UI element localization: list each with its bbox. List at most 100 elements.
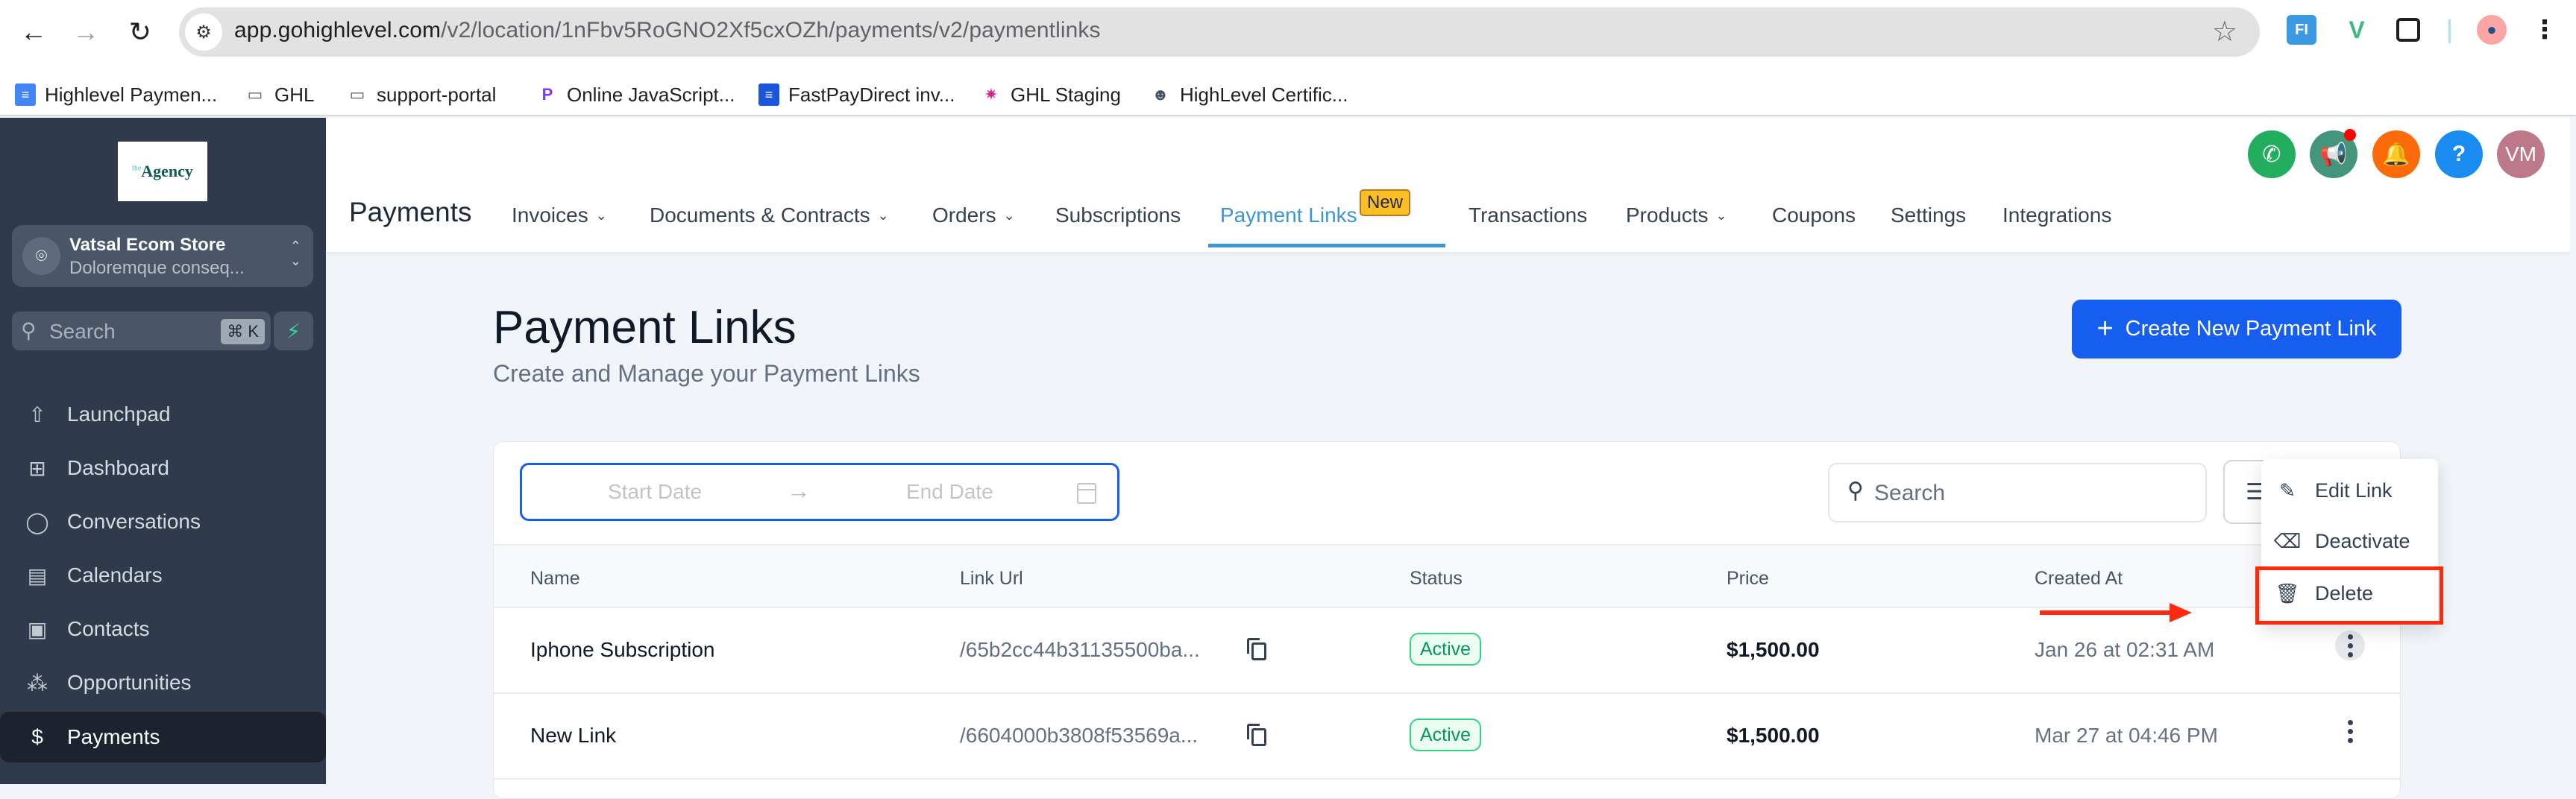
menu-item-edit-link[interactable]: ✎ Edit Link bbox=[2261, 465, 2438, 516]
bookmark-item[interactable]: ≡ Highlevel Paymen... bbox=[15, 82, 217, 107]
phone-icon[interactable]: ✆ bbox=[2248, 130, 2296, 178]
browser-menu-icon[interactable]: ⋮ bbox=[2530, 15, 2560, 45]
tab-transactions[interactable]: Transactions bbox=[1468, 203, 1587, 227]
bookmark-item[interactable]: P Online JavaScript... bbox=[537, 82, 735, 107]
doc-icon: ≡ bbox=[758, 83, 779, 106]
megaphone-icon[interactable]: 📢 bbox=[2310, 129, 2357, 178]
quick-actions-bolt-icon[interactable]: ⚡ bbox=[274, 312, 313, 350]
sidebar-item-dashboard[interactable]: ⊞ Dashboard bbox=[0, 443, 326, 493]
sidebar-search[interactable]: ⚲ Search ⌘ K bbox=[12, 312, 271, 350]
url-host: app.gohighlevel.com bbox=[234, 18, 442, 42]
notification-dot bbox=[2344, 129, 2356, 141]
profile-avatar-icon[interactable]: ● bbox=[2477, 15, 2507, 45]
logo-text: Agency bbox=[141, 162, 193, 180]
help-icon[interactable]: ? bbox=[2435, 130, 2483, 178]
tab-subscriptions[interactable]: Subscriptions bbox=[1055, 203, 1181, 227]
table-row[interactable]: New Link /6604000b3808f53569a... Active … bbox=[494, 694, 2400, 780]
chevron-down-icon: ⌄ bbox=[1003, 208, 1015, 223]
p-icon: P bbox=[541, 85, 553, 104]
bookmarks-bar: ≡ Highlevel Paymen... ▭ GHL ▭ support-porta… bbox=[0, 73, 2576, 116]
menu-item-deactivate[interactable]: ⌫ Deactivate bbox=[2261, 516, 2438, 566]
bookmark-item[interactable]: ▭ GHL bbox=[245, 82, 315, 107]
extension-vue-icon[interactable]: V bbox=[2342, 15, 2372, 45]
table-header: Name Link Url Status Price Created At bbox=[494, 544, 2400, 608]
link-url[interactable]: /65b2cc44b31135500ba... bbox=[960, 638, 1200, 662]
url-path: /v2/location/1nFbv5RoGNO2Xf5cxOZh/paymen… bbox=[441, 18, 1101, 42]
sidebar-item-launchpad[interactable]: ⇧ Launchpad bbox=[0, 389, 326, 440]
chevron-down-icon: ⌄ bbox=[1715, 208, 1727, 223]
link-created-at: Mar 27 at 04:46 PM bbox=[2035, 724, 2218, 747]
chevron-down-icon: ⌄ bbox=[877, 208, 889, 223]
tab-documents-contracts[interactable]: Documents & Contracts ⌄ bbox=[650, 203, 889, 227]
forward-button[interactable]: → bbox=[67, 13, 104, 51]
keyboard-shortcut-badge: ⌘ K bbox=[221, 319, 265, 344]
bookmark-label: Highlevel Paymen... bbox=[45, 83, 218, 106]
page-subtitle: Create and Manage your Payment Links bbox=[493, 360, 920, 387]
chevron-down-icon: ⌄ bbox=[595, 208, 607, 223]
bookmark-item[interactable]: ▭ support-portal bbox=[347, 82, 497, 107]
site-settings-icon[interactable]: ⚙ bbox=[185, 13, 222, 51]
sidebar-item-conversations[interactable]: ◯ Conversations bbox=[0, 496, 326, 547]
sidebar-item-contacts[interactable]: ▣ Contacts bbox=[0, 604, 326, 654]
tab-label: Coupons bbox=[1772, 203, 1856, 227]
app-header bbox=[326, 118, 2570, 252]
tab-label: Settings bbox=[1891, 203, 1967, 227]
link-url[interactable]: /6604000b3808f53569a... bbox=[960, 724, 1198, 748]
column-header-created-at: Created At bbox=[2035, 568, 2123, 589]
tab-coupons[interactable]: Coupons bbox=[1772, 203, 1856, 227]
end-date-input[interactable]: End Date bbox=[906, 480, 993, 504]
url-text[interactable]: app.gohighlevel.com/v2/location/1nFbv5Ro… bbox=[234, 18, 1101, 43]
contacts-icon: ▣ bbox=[27, 617, 48, 641]
toolbar-divider bbox=[2448, 19, 2451, 43]
copy-icon[interactable] bbox=[1247, 638, 1266, 660]
bookmark-label: GHL Staging bbox=[1011, 83, 1121, 106]
search-input[interactable]: ⚲ Search bbox=[1828, 463, 2207, 522]
back-button[interactable]: ← bbox=[15, 13, 52, 51]
tab-products[interactable]: Products ⌄ bbox=[1626, 203, 1727, 227]
page-edge bbox=[2570, 118, 2576, 784]
link-name[interactable]: Iphone Subscription bbox=[530, 638, 715, 662]
row-actions-kebab-icon[interactable] bbox=[2335, 716, 2365, 746]
extension-fi-icon[interactable]: FI bbox=[2287, 15, 2316, 45]
bookmark-item[interactable]: ✷ GHL Staging bbox=[981, 82, 1121, 107]
bookmark-item[interactable]: ☻ HighLevel Certific... bbox=[1150, 82, 1348, 107]
link-name[interactable]: New Link bbox=[530, 724, 616, 748]
bookmark-label: GHL bbox=[274, 83, 315, 106]
sidebar-item-opportunities[interactable]: ⁂ Opportunities bbox=[0, 657, 326, 708]
bookmark-item[interactable]: ≡ FastPayDirect inv... bbox=[758, 82, 955, 107]
sidebar-item-label: Dashboard bbox=[67, 456, 169, 479]
tab-label: Transactions bbox=[1468, 203, 1588, 227]
browser-toolbar: ← → ↻ ⚙ app.gohighlevel.com/v2/location/… bbox=[0, 0, 2576, 73]
tab-integrations[interactable]: Integrations bbox=[2002, 203, 2111, 227]
sidebar-item-label: Contacts bbox=[67, 617, 150, 640]
sidebar-item-calendars[interactable]: ▤ Calendars bbox=[0, 550, 326, 601]
location-name: Vatsal Ecom Store bbox=[69, 235, 226, 255]
payments-icon: $ bbox=[31, 725, 43, 748]
row-actions-kebab-icon[interactable] bbox=[2335, 631, 2365, 660]
bell-icon[interactable]: 🔔 bbox=[2372, 130, 2420, 178]
date-range-picker[interactable]: Start Date → End Date bbox=[520, 463, 1119, 521]
bookmark-star-icon[interactable]: ☆ bbox=[2212, 15, 2237, 48]
link-created-at: Jan 26 at 02:31 AM bbox=[2035, 638, 2215, 661]
tab-settings[interactable]: Settings bbox=[1891, 203, 1966, 227]
copy-icon[interactable] bbox=[1247, 724, 1266, 746]
extensions-puzzle-icon[interactable] bbox=[2396, 18, 2420, 42]
address-bar[interactable]: ⚙ app.gohighlevel.com/v2/location/1nFbv5… bbox=[179, 7, 2260, 57]
column-header-name: Name bbox=[530, 568, 580, 589]
status-badge: Active bbox=[1410, 719, 1482, 751]
create-payment-link-button[interactable]: + Create New Payment Link bbox=[2072, 300, 2401, 359]
tab-label: Products bbox=[1626, 203, 1709, 227]
tab-orders[interactable]: Orders ⌄ bbox=[932, 203, 1015, 227]
tab-payment-links[interactable]: Payment Links bbox=[1220, 203, 1357, 227]
tab-invoices[interactable]: Invoices ⌄ bbox=[512, 203, 607, 227]
start-date-input[interactable]: Start Date bbox=[608, 480, 702, 504]
avatar[interactable]: VM bbox=[2497, 130, 2545, 178]
agency-logo[interactable]: theAgency bbox=[118, 142, 207, 201]
menu-item-label: Deactivate bbox=[2315, 529, 2410, 552]
sidebar-item-payments[interactable]: $ Payments bbox=[0, 712, 326, 762]
reload-button[interactable]: ↻ bbox=[122, 13, 159, 51]
bookmark-label: support-portal bbox=[377, 83, 497, 106]
search-icon: ⚲ bbox=[1847, 479, 1864, 503]
calendar-icon bbox=[1077, 483, 1096, 504]
location-switcher[interactable]: ⌾ Vatsal Ecom Store Doloremque conseq...… bbox=[12, 225, 313, 287]
